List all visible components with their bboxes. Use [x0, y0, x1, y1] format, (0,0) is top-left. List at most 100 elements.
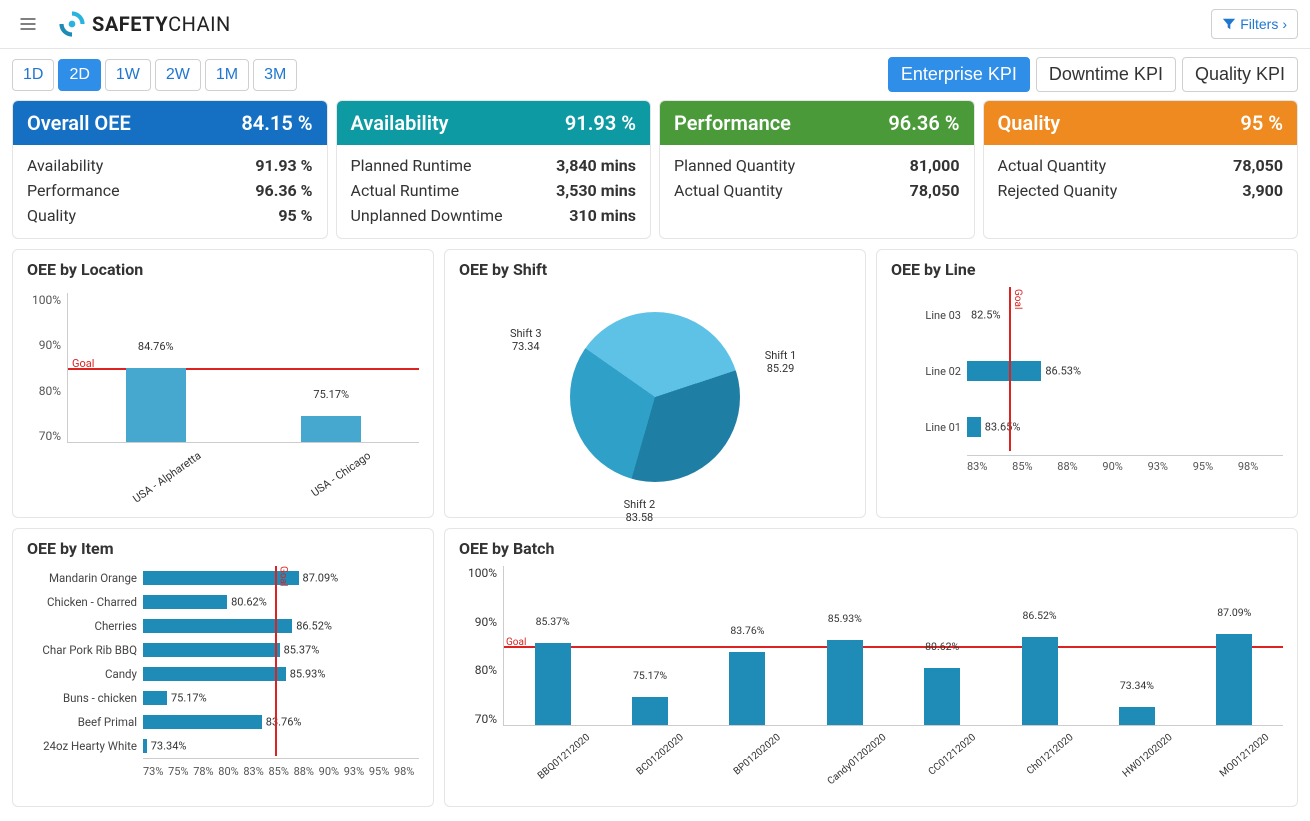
bar-value-label: 87.09%: [1217, 606, 1251, 619]
chart-oee-by-line: OEE by Line Line 0382.5%Line 0286.53%Lin…: [876, 249, 1298, 518]
range-button-2w[interactable]: 2W: [155, 59, 201, 91]
chart-oee-by-location: OEE by Location 100%90%80%70% Goal84.76%…: [12, 249, 434, 518]
filters-button[interactable]: Filters ›: [1211, 9, 1298, 39]
pie-slice-value: 85.29: [765, 362, 797, 375]
y-tick: 80%: [459, 663, 497, 677]
category-label: USA - Alpharetta: [130, 449, 203, 506]
category-label: Candy: [27, 667, 137, 681]
batch-bar[interactable]: [1216, 634, 1252, 725]
kpi-metric-row: Planned Quantity81,000: [674, 153, 960, 178]
header-left: SAFETYCHAIN: [12, 8, 231, 40]
kpi-metric-label: Performance: [27, 181, 120, 200]
x-tick: 90%: [1102, 460, 1147, 473]
category-label: Beef Primal: [27, 715, 137, 729]
kpi-card-body: Availability91.93 %Performance96.36 %Qua…: [13, 145, 327, 238]
kpi-metric-value: 95 %: [278, 206, 312, 225]
goal-label: Goal: [277, 566, 288, 586]
goal-line: [275, 566, 277, 756]
x-tick: 80%: [218, 765, 243, 778]
range-button-1w[interactable]: 1W: [105, 59, 151, 91]
batch-bar[interactable]: [535, 643, 571, 725]
batch-bar[interactable]: [729, 652, 765, 725]
location-bar[interactable]: [301, 416, 361, 442]
pie-slice-name: Shift 3: [510, 327, 542, 340]
goal-label: Goal: [72, 357, 94, 370]
chart-oee-by-batch: OEE by Batch 100%90%80%70% Goal85.37%BBQ…: [444, 528, 1298, 807]
kpi-tab-quality-kpi[interactable]: Quality KPI: [1182, 57, 1298, 92]
category-label: Line 02: [891, 365, 961, 378]
kpi-tab-downtime-kpi[interactable]: Downtime KPI: [1036, 57, 1176, 92]
kpi-value: 95 %: [1240, 111, 1283, 135]
kpi-metric-row: Actual Quantity78,050: [674, 178, 960, 203]
x-tick: 98%: [394, 765, 419, 778]
kpi-title: Availability: [351, 111, 449, 135]
hamburger-menu-button[interactable]: [12, 8, 44, 40]
brand-text: SAFETYCHAIN: [92, 12, 231, 36]
bar-value-label: 85.93%: [828, 612, 862, 625]
kpi-tab-enterprise-kpi[interactable]: Enterprise KPI: [888, 57, 1030, 92]
batch-bar[interactable]: [924, 668, 960, 725]
kpi-metric-row: Quality95 %: [27, 203, 313, 228]
bar-value-label: 75.17%: [633, 669, 667, 682]
range-button-3m[interactable]: 3M: [253, 59, 297, 91]
kpi-metric-row: Actual Runtime3,530 mins: [351, 178, 637, 203]
goal-label: Goal: [1012, 289, 1023, 309]
category-label: Line 03: [891, 309, 961, 322]
location-plot-area: Goal84.76%USA - Alpharetta75.17%USA - Ch…: [67, 293, 419, 443]
location-bar[interactable]: [126, 368, 186, 442]
pie-slice-value: 83.58: [624, 511, 656, 524]
range-button-2d[interactable]: 2D: [58, 59, 100, 91]
kpi-metric-row: Performance96.36 %: [27, 178, 313, 203]
kpi-card-header: Performance96.36 %: [660, 101, 974, 145]
batch-bar[interactable]: [1119, 707, 1155, 725]
kpi-title: Performance: [674, 111, 791, 135]
chart-title: OEE by Item: [27, 539, 419, 558]
kpi-metric-value: 3,840 mins: [556, 156, 636, 175]
category-label: MO01212020: [1218, 732, 1271, 779]
kpi-card-performance: Performance96.36 %Planned Quantity81,000…: [659, 100, 975, 239]
pie-slice-name: Shift 2: [624, 498, 656, 511]
kpi-metric-value: 81,000: [910, 156, 960, 175]
category-label: Ch01212020: [1024, 732, 1075, 777]
kpi-card-body: Planned Quantity81,000Actual Quantity78,…: [660, 145, 974, 213]
x-tick: 90%: [319, 765, 344, 778]
bar-value-label: 85.37%: [536, 615, 570, 628]
kpi-metric-value: 78,050: [910, 181, 960, 200]
kpi-metric-label: Actual Runtime: [351, 181, 460, 200]
kpi-card-header: Overall OEE84.15 %: [13, 101, 327, 145]
kpi-card-overall-oee: Overall OEE84.15 %Availability91.93 %Per…: [12, 100, 328, 239]
range-button-1m[interactable]: 1M: [205, 59, 249, 91]
category-label: Candy01202020: [825, 732, 888, 787]
y-tick: 100%: [27, 293, 61, 307]
category-label: CC01212020: [927, 732, 978, 778]
x-tick: 95%: [1193, 460, 1238, 473]
bar-value-label: 83.76%: [730, 624, 764, 637]
batch-bar[interactable]: [827, 640, 863, 725]
batch-bar[interactable]: [632, 697, 668, 725]
category-label: HW01202020: [1121, 732, 1175, 780]
brand-logo-icon: [58, 10, 86, 38]
kpi-card-availability: Availability91.93 %Planned Runtime3,840 …: [336, 100, 652, 239]
kpi-title: Quality: [998, 111, 1061, 135]
batch-bar[interactable]: [1022, 637, 1058, 725]
shift-pie: [570, 312, 740, 482]
x-tick: 83%: [243, 765, 268, 778]
filters-label: Filters: [1240, 16, 1278, 32]
goal-label: Goal: [506, 637, 526, 648]
kpi-card-header: Quality 95 %: [984, 101, 1298, 145]
kpi-metric-value: 91.93 %: [255, 156, 312, 175]
charts-grid: OEE by Location 100%90%80%70% Goal84.76%…: [0, 239, 1310, 819]
range-button-1d[interactable]: 1D: [12, 59, 54, 91]
category-label: BBQ01212020: [536, 732, 592, 782]
x-tick: 98%: [1238, 460, 1283, 473]
x-tick: 93%: [1148, 460, 1193, 473]
chart-oee-by-item: OEE by Item Mandarin Orange87.09%Chicken…: [12, 528, 434, 807]
kpi-card-header: Availability91.93 %: [337, 101, 651, 145]
y-tick: 90%: [27, 338, 61, 352]
brand-logo: SAFETYCHAIN: [58, 10, 231, 38]
item-chart-body: Mandarin Orange87.09%Chicken - Charred80…: [27, 566, 419, 778]
kpi-metric-row: Availability91.93 %: [27, 153, 313, 178]
y-tick: 90%: [459, 615, 497, 629]
y-tick: 100%: [459, 566, 497, 580]
goal-line: Goal: [504, 646, 1283, 648]
